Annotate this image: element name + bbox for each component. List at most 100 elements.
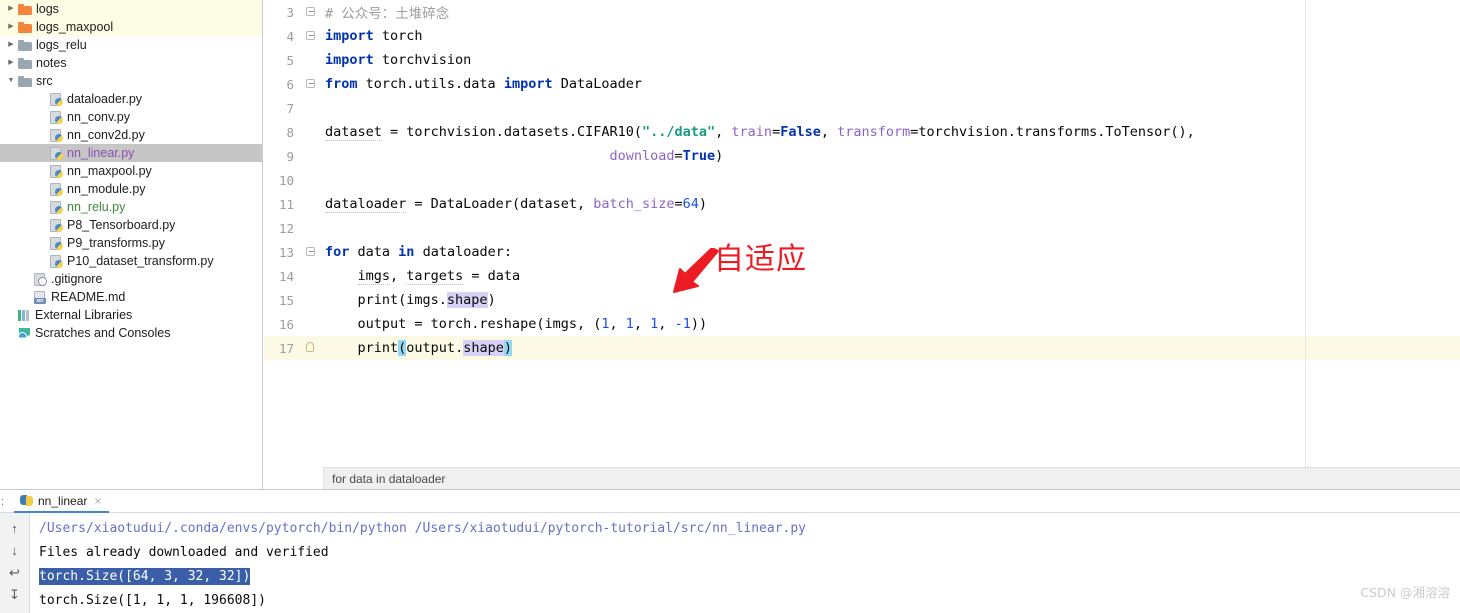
console-output-line: /Users/xiaotudui/.conda/envs/pytorch/bin…	[39, 521, 807, 536]
scroll-up-button[interactable]: ↑	[4, 517, 26, 539]
editor-right-hairline	[1305, 0, 1306, 467]
folder-icon	[18, 75, 32, 87]
code-line-text: dataset = torchvision.datasets.CIFAR10("…	[325, 124, 1195, 141]
code-line[interactable]: 15 print(imgs.shape)	[264, 288, 1460, 312]
run-window-label: :	[1, 496, 5, 508]
tree-item-nn-maxpool-py[interactable]: nn_maxpool.py	[0, 162, 262, 180]
line-number: 17	[278, 340, 294, 356]
tree-item-nn-module-py[interactable]: nn_module.py	[0, 180, 262, 198]
code-line[interactable]: 7	[264, 96, 1460, 120]
chevron-right-icon[interactable]: ▶	[4, 0, 18, 18]
scroll-to-end-button[interactable]: ↧	[4, 583, 26, 605]
tree-item--gitignore[interactable]: .gitignore	[0, 270, 262, 288]
tree-item-readme-md[interactable]: README.md	[0, 288, 262, 306]
line-number: 16	[278, 316, 294, 332]
line-number: 5	[286, 52, 294, 68]
python-file-icon	[50, 146, 63, 160]
code-line[interactable]: 16 output = torch.reshape(imgs, (1, 1, 1…	[264, 312, 1460, 336]
tree-item-label: P10_dataset_transform.py	[67, 254, 214, 268]
code-line[interactable]: 17 print(output.shape)	[264, 336, 1460, 360]
soft-wrap-button[interactable]: ↩	[4, 561, 26, 583]
tree-item-label: nn_maxpool.py	[67, 164, 152, 178]
tree-item-label: P9_transforms.py	[67, 236, 165, 250]
code-line-text: from torch.utils.data import DataLoader	[325, 76, 643, 92]
console-output[interactable]: /Users/xiaotudui/.conda/envs/pytorch/bin…	[31, 513, 1460, 613]
chevron-right-icon[interactable]: ▶	[4, 36, 18, 54]
project-tree-panel[interactable]: ▶ logs ▶ logs_maxpool ▶ logs_relu ▶ notes ▼ src da…	[0, 0, 263, 489]
code-line-text: print(imgs.shape)	[325, 292, 496, 308]
tree-item-logs-maxpool[interactable]: ▶ logs_maxpool	[0, 18, 262, 36]
run-tab-label: nn_linear	[38, 493, 88, 508]
chevron-down-icon[interactable]: ▼	[4, 72, 18, 90]
code-line[interactable]: 11 dataloader = DataLoader(dataset, batch…	[264, 192, 1460, 216]
code-line[interactable]: 13 for data in dataloader:	[264, 240, 1460, 264]
tree-item-label: logs_maxpool	[36, 20, 114, 34]
code-line-text: imgs, targets = data	[357, 268, 521, 285]
folder-icon	[18, 3, 32, 15]
tree-item-label: src	[36, 74, 53, 88]
tree-item-nn-relu-py[interactable]: nn_relu.py	[0, 198, 262, 216]
python-file-icon	[50, 92, 63, 106]
code-line-text: print(output.shape)	[325, 340, 512, 356]
run-tab-nn-linear[interactable]: nn_linear ×	[14, 490, 110, 513]
code-line[interactable]: 3 # 公众号：土堆碎念	[264, 0, 1460, 24]
tree-item-nn-conv2d-py[interactable]: nn_conv2d.py	[0, 126, 262, 144]
chevron-right-icon[interactable]: ▶	[4, 54, 18, 72]
tree-item-nn-linear-py[interactable]: nn_linear.py	[0, 144, 262, 162]
tree-item-nn-conv-py[interactable]: nn_conv.py	[0, 108, 262, 126]
tree-item-logs[interactable]: ▶ logs	[0, 0, 262, 18]
console-output-line: Files already downloaded and verified	[39, 545, 329, 560]
tree-item-logs-relu[interactable]: ▶ logs_relu	[0, 36, 262, 54]
code-line[interactable]: 8 dataset = torchvision.datasets.CIFAR10(…	[264, 120, 1460, 144]
tree-item-dataloader-py[interactable]: dataloader.py	[0, 90, 262, 108]
scroll-down-button[interactable]: ↓	[4, 539, 26, 561]
chevron-right-icon[interactable]: ▶	[4, 18, 18, 36]
editor-breadcrumb-bar[interactable]: for data in dataloader	[264, 467, 1460, 489]
folder-icon	[18, 21, 32, 33]
fold-marker-icon[interactable]	[300, 72, 320, 96]
fold-marker-icon[interactable]	[300, 0, 320, 24]
line-number: 12	[278, 220, 294, 236]
gitignore-file-icon	[34, 272, 47, 286]
python-file-icon	[50, 110, 63, 124]
library-icon	[18, 309, 31, 321]
tree-item-src[interactable]: ▼ src	[0, 72, 262, 90]
tree-item-scratches-and-consoles[interactable]: Scratches and Consoles	[0, 324, 262, 342]
scratches-icon	[18, 327, 31, 340]
breadcrumb-text: for data in dataloader	[332, 471, 446, 486]
console-output-line: torch.Size([64, 3, 32, 32])	[39, 565, 1460, 589]
code-line-text: dataloader = DataLoader(dataset, batch_s…	[325, 196, 708, 213]
console-output-line: torch.Size([1, 1, 1, 196608])	[39, 593, 266, 608]
tree-item-label: dataloader.py	[67, 92, 143, 106]
code-line-text: import torchvision	[325, 52, 472, 68]
code-line[interactable]: 6 from torch.utils.data import DataLoader	[264, 72, 1460, 96]
line-number: 6	[286, 76, 294, 92]
tree-item-label: notes	[36, 56, 67, 70]
code-line[interactable]: 5 import torchvision	[264, 48, 1460, 72]
tree-item-label: External Libraries	[35, 308, 133, 322]
code-line[interactable]: 9 download=True)	[264, 144, 1460, 168]
tree-item-external-libraries[interactable]: External Libraries	[0, 306, 262, 324]
watermark: CSDN @湘溶溶	[1360, 585, 1450, 600]
tree-item-p9-transforms-py[interactable]: P9_transforms.py	[0, 234, 262, 252]
python-file-icon	[50, 200, 63, 214]
folder-icon	[18, 57, 32, 69]
tree-item-p10-dataset-transform-py[interactable]: P10_dataset_transform.py	[0, 252, 262, 270]
code-line[interactable]: 12	[264, 216, 1460, 240]
intention-bulb-icon[interactable]	[300, 336, 320, 360]
fold-marker-icon[interactable]	[300, 240, 320, 264]
line-number: 8	[286, 124, 294, 140]
code-line[interactable]: 14 imgs, targets = data	[264, 264, 1460, 288]
folder-icon	[18, 39, 32, 51]
code-line-text: # 公众号：土堆碎念	[325, 6, 450, 22]
code-editor[interactable]: 3 # 公众号：土堆碎念 4 import torch 5 import torchvis…	[264, 0, 1460, 467]
tree-item-notes[interactable]: ▶ notes	[0, 54, 262, 72]
close-icon[interactable]: ×	[94, 494, 101, 508]
tree-item-label: logs	[36, 2, 59, 16]
code-line[interactable]: 4 import torch	[264, 24, 1460, 48]
tree-item-p8-tensorboard-py[interactable]: P8_Tensorboard.py	[0, 216, 262, 234]
code-line[interactable]: 10	[264, 168, 1460, 192]
fold-marker-icon[interactable]	[300, 24, 320, 48]
tree-item-label: nn_relu.py	[67, 200, 126, 214]
console-toolbar[interactable]: ↑ ↓ ↩ ↧	[0, 513, 30, 613]
